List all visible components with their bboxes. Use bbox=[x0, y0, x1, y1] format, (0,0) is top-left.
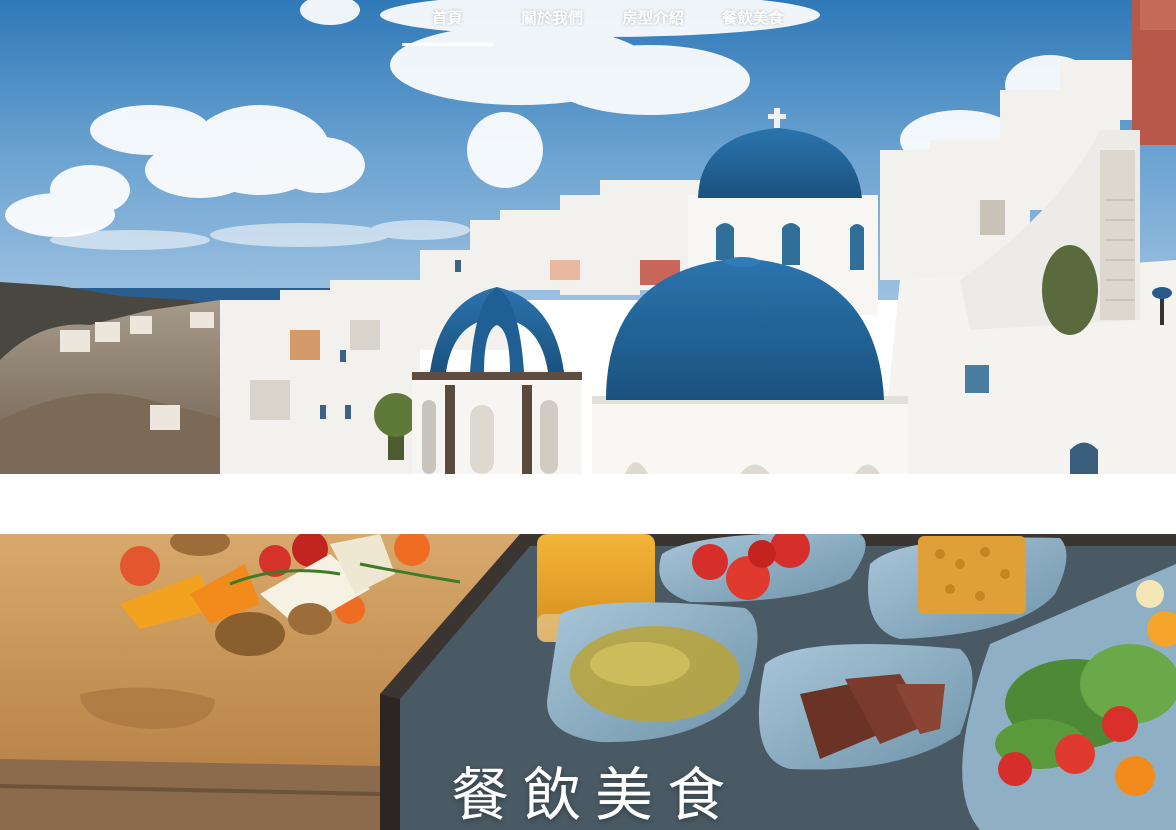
nav-item-about-us[interactable]: 關於我們 bbox=[496, 0, 609, 47]
dining-section: 餐飲美食 bbox=[0, 534, 1176, 830]
hero-banner: 首頁 關於我們 房型介紹 餐飲美食 bbox=[0, 0, 1176, 474]
nav-item-dining[interactable]: 餐飲美食 bbox=[698, 0, 808, 47]
dining-section-title: 餐飲美食 bbox=[450, 761, 739, 829]
hero-santorini-image bbox=[0, 0, 1176, 474]
main-nav: 首頁 關於我們 房型介紹 餐飲美食 bbox=[402, 0, 808, 48]
nav-item-home[interactable]: 首頁 bbox=[402, 0, 493, 47]
nav-item-rooms[interactable]: 房型介紹 bbox=[609, 0, 698, 47]
